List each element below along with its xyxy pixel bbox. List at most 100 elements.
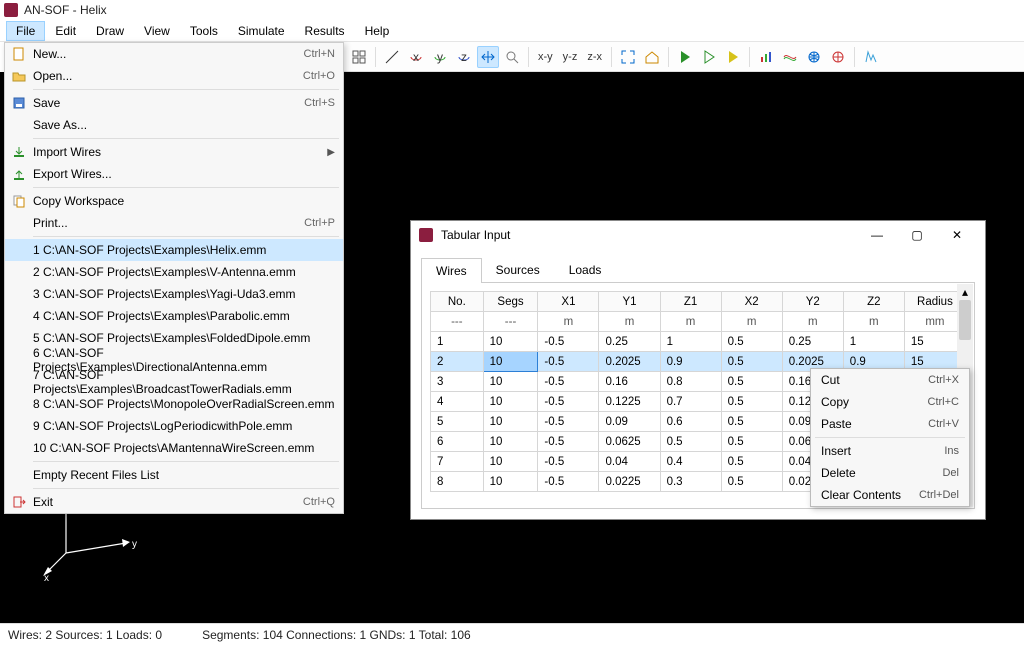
table-cell[interactable]: 0.5 bbox=[721, 412, 782, 432]
menu-results[interactable]: Results bbox=[295, 21, 355, 41]
table-cell[interactable]: 0.7 bbox=[660, 392, 721, 412]
table-cell[interactable]: 0.09 bbox=[599, 412, 660, 432]
table-cell[interactable]: -0.5 bbox=[538, 452, 599, 472]
table-cell[interactable]: -0.5 bbox=[538, 332, 599, 352]
scroll-up-icon[interactable]: ▴ bbox=[957, 284, 973, 300]
recent-3[interactable]: 4 C:\AN-SOF Projects\Examples\Parabolic.… bbox=[5, 305, 343, 327]
table-cell[interactable]: 10 bbox=[483, 352, 538, 372]
table-cell[interactable]: 1 bbox=[660, 332, 721, 352]
file-copy-workspace[interactable]: Copy Workspace bbox=[5, 190, 343, 212]
table-cell[interactable]: 0.5 bbox=[721, 472, 782, 492]
table-cell[interactable]: 10 bbox=[483, 372, 538, 392]
table-cell[interactable]: 0.5 bbox=[721, 332, 782, 352]
table-cell[interactable]: 0.25 bbox=[599, 332, 660, 352]
table-cell[interactable]: 0.0225 bbox=[599, 472, 660, 492]
table-cell[interactable]: 10 bbox=[483, 452, 538, 472]
table-cell[interactable]: 0.5 bbox=[660, 432, 721, 452]
table-cell[interactable]: 0.5 bbox=[721, 432, 782, 452]
tab-loads[interactable]: Loads bbox=[554, 257, 617, 282]
table-cell[interactable]: 0.2025 bbox=[599, 352, 660, 372]
table-cell[interactable]: -0.5 bbox=[538, 472, 599, 492]
rot-x-icon[interactable]: x bbox=[405, 46, 427, 68]
table-cell[interactable]: 7 bbox=[431, 452, 484, 472]
line-icon[interactable] bbox=[381, 46, 403, 68]
menu-view[interactable]: View bbox=[134, 21, 180, 41]
table-cell[interactable]: 0.04 bbox=[599, 452, 660, 472]
file-print[interactable]: Print...Ctrl+P bbox=[5, 212, 343, 234]
ctx-insert[interactable]: InsertIns bbox=[811, 440, 969, 462]
table-cell[interactable]: 0.5 bbox=[721, 352, 782, 372]
table-cell[interactable]: 0.25 bbox=[782, 332, 843, 352]
tab-wires[interactable]: Wires bbox=[421, 258, 482, 283]
pan-icon[interactable] bbox=[477, 46, 499, 68]
table-cell[interactable]: -0.5 bbox=[538, 372, 599, 392]
chart1-icon[interactable] bbox=[755, 46, 777, 68]
tab-sources[interactable]: Sources bbox=[481, 257, 555, 282]
rot-y-icon[interactable]: y bbox=[429, 46, 451, 68]
file-open[interactable]: Open...Ctrl+O bbox=[5, 65, 343, 87]
rot-z-icon[interactable]: z bbox=[453, 46, 475, 68]
table-cell[interactable]: 3 bbox=[431, 372, 484, 392]
table-cell[interactable]: 10 bbox=[483, 332, 538, 352]
table-cell[interactable]: 10 bbox=[483, 432, 538, 452]
file-new[interactable]: New...Ctrl+N bbox=[5, 43, 343, 65]
table-row[interactable]: 110-0.50.2510.50.25115 bbox=[431, 332, 966, 352]
file-import-wires[interactable]: Import Wires▶ bbox=[5, 141, 343, 163]
menu-help[interactable]: Help bbox=[355, 21, 400, 41]
zoom-icon[interactable] bbox=[501, 46, 523, 68]
ctx-paste[interactable]: PasteCtrl+V bbox=[811, 413, 969, 435]
table-cell[interactable]: 0.1225 bbox=[599, 392, 660, 412]
file-save[interactable]: SaveCtrl+S bbox=[5, 92, 343, 114]
recent-8[interactable]: 9 C:\AN-SOF Projects\LogPeriodicwithPole… bbox=[5, 415, 343, 437]
file-saveas[interactable]: Save As... bbox=[5, 114, 343, 136]
table-cell[interactable]: -0.5 bbox=[538, 432, 599, 452]
file-empty-recent[interactable]: Empty Recent Files List bbox=[5, 464, 343, 486]
table-cell[interactable]: 10 bbox=[483, 392, 538, 412]
globe2-icon[interactable] bbox=[827, 46, 849, 68]
file-export-wires[interactable]: Export Wires... bbox=[5, 163, 343, 185]
home-icon[interactable] bbox=[641, 46, 663, 68]
table-cell[interactable]: 1 bbox=[843, 332, 904, 352]
table-cell[interactable]: 1 bbox=[431, 332, 484, 352]
maximize-button[interactable]: ▢ bbox=[897, 223, 937, 247]
recent-2[interactable]: 3 C:\AN-SOF Projects\Examples\Yagi-Uda3.… bbox=[5, 283, 343, 305]
table-cell[interactable]: 2 bbox=[431, 352, 484, 372]
recent-0[interactable]: 1 C:\AN-SOF Projects\Examples\Helix.emm bbox=[5, 239, 343, 261]
ctx-clear[interactable]: Clear ContentsCtrl+Del bbox=[811, 484, 969, 506]
table-cell[interactable]: 0.5 bbox=[721, 452, 782, 472]
menu-draw[interactable]: Draw bbox=[86, 21, 134, 41]
ctx-delete[interactable]: DeleteDel bbox=[811, 462, 969, 484]
view-xy[interactable]: x-y bbox=[534, 46, 557, 68]
table-cell[interactable]: 6 bbox=[431, 432, 484, 452]
table-cell[interactable]: 0.8 bbox=[660, 372, 721, 392]
file-exit[interactable]: ExitCtrl+Q bbox=[5, 491, 343, 513]
ctx-cut[interactable]: CutCtrl+X bbox=[811, 369, 969, 391]
table-cell[interactable]: 0.5 bbox=[721, 392, 782, 412]
menu-edit[interactable]: Edit bbox=[45, 21, 86, 41]
recent-6[interactable]: 7 C:\AN-SOF Projects\Examples\BroadcastT… bbox=[5, 371, 343, 393]
fit-icon[interactable] bbox=[617, 46, 639, 68]
menu-tools[interactable]: Tools bbox=[180, 21, 228, 41]
table-cell[interactable]: 0.3 bbox=[660, 472, 721, 492]
table-cell[interactable]: 0.6 bbox=[660, 412, 721, 432]
table-cell[interactable]: -0.5 bbox=[538, 412, 599, 432]
table-cell[interactable]: 0.4 bbox=[660, 452, 721, 472]
table-cell[interactable]: 0.9 bbox=[660, 352, 721, 372]
recent-7[interactable]: 8 C:\AN-SOF Projects\MonopoleOverRadialS… bbox=[5, 393, 343, 415]
view-yz[interactable]: y-z bbox=[559, 46, 582, 68]
table-cell[interactable]: 4 bbox=[431, 392, 484, 412]
minimize-button[interactable]: — bbox=[857, 223, 897, 247]
grid-icon[interactable] bbox=[348, 46, 370, 68]
table-cell[interactable]: 10 bbox=[483, 412, 538, 432]
scrollbar-thumb[interactable] bbox=[959, 300, 971, 340]
close-button[interactable]: ✕ bbox=[937, 223, 977, 247]
table-cell[interactable]: 0.16 bbox=[599, 372, 660, 392]
table-cell[interactable]: 0.0625 bbox=[599, 432, 660, 452]
table-cell[interactable]: 0.5 bbox=[721, 372, 782, 392]
view-zx[interactable]: z-x bbox=[583, 46, 606, 68]
table-cell[interactable]: -0.5 bbox=[538, 352, 599, 372]
dialog-titlebar[interactable]: Tabular Input — ▢ ✕ bbox=[411, 221, 985, 249]
table-cell[interactable]: 10 bbox=[483, 472, 538, 492]
table-cell[interactable]: -0.5 bbox=[538, 392, 599, 412]
menu-simulate[interactable]: Simulate bbox=[228, 21, 295, 41]
